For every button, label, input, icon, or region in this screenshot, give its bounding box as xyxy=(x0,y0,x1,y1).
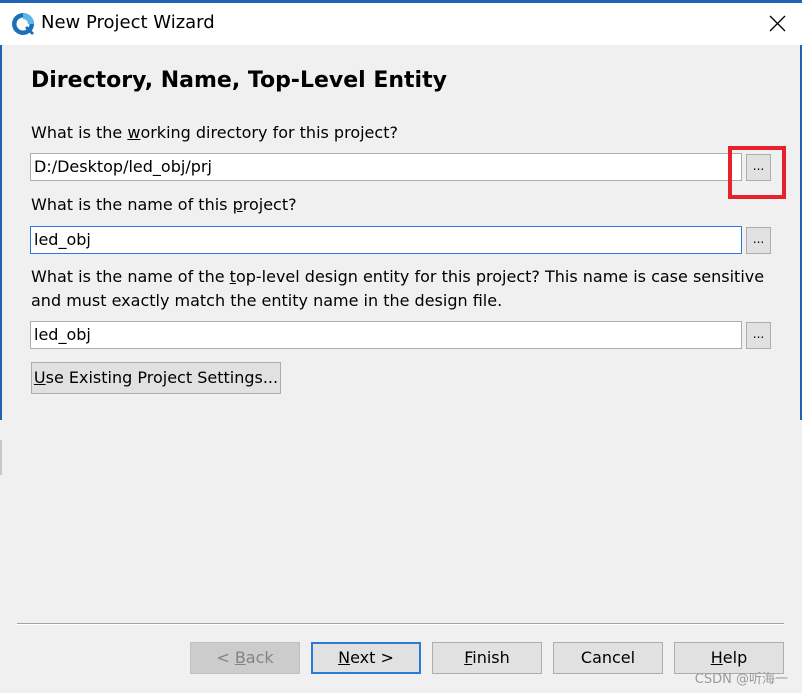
title-bar: New Project Wizard xyxy=(0,3,802,45)
project-name-browse-button[interactable]: ... xyxy=(746,227,771,254)
window-border-left-lower xyxy=(0,440,2,475)
working-directory-input[interactable]: D:/Desktop/led_obj/prj xyxy=(30,153,742,181)
top-entity-input[interactable]: led_obj xyxy=(30,321,742,349)
cancel-button[interactable]: Cancel xyxy=(553,642,663,674)
project-name-label: What is the name of this project? xyxy=(31,195,297,214)
window-title: New Project Wizard xyxy=(41,12,215,33)
project-name-input[interactable]: led_obj xyxy=(30,226,742,254)
next-button[interactable]: Next > xyxy=(311,642,421,674)
back-button[interactable]: < Back xyxy=(190,642,300,674)
window-border-left xyxy=(0,45,2,420)
top-entity-browse-button[interactable]: ... xyxy=(746,322,771,349)
top-entity-label-line2: and must exactly match the entity name i… xyxy=(31,291,503,310)
use-existing-settings-button[interactable]: Use Existing Project Settings... xyxy=(31,362,281,394)
close-icon xyxy=(769,15,786,32)
finish-button[interactable]: Finish xyxy=(432,642,542,674)
watermark-text: CSDN @听海一 xyxy=(694,672,788,687)
page-heading: Directory, Name, Top-Level Entity xyxy=(31,68,447,93)
annotation-highlight-box xyxy=(728,146,786,199)
footer-separator-highlight xyxy=(17,624,784,625)
quartus-logo-icon xyxy=(11,12,35,36)
close-button[interactable] xyxy=(752,3,802,45)
working-directory-label: What is the working directory for this p… xyxy=(31,123,398,142)
top-entity-label-line1: What is the name of the top-level design… xyxy=(31,267,765,286)
